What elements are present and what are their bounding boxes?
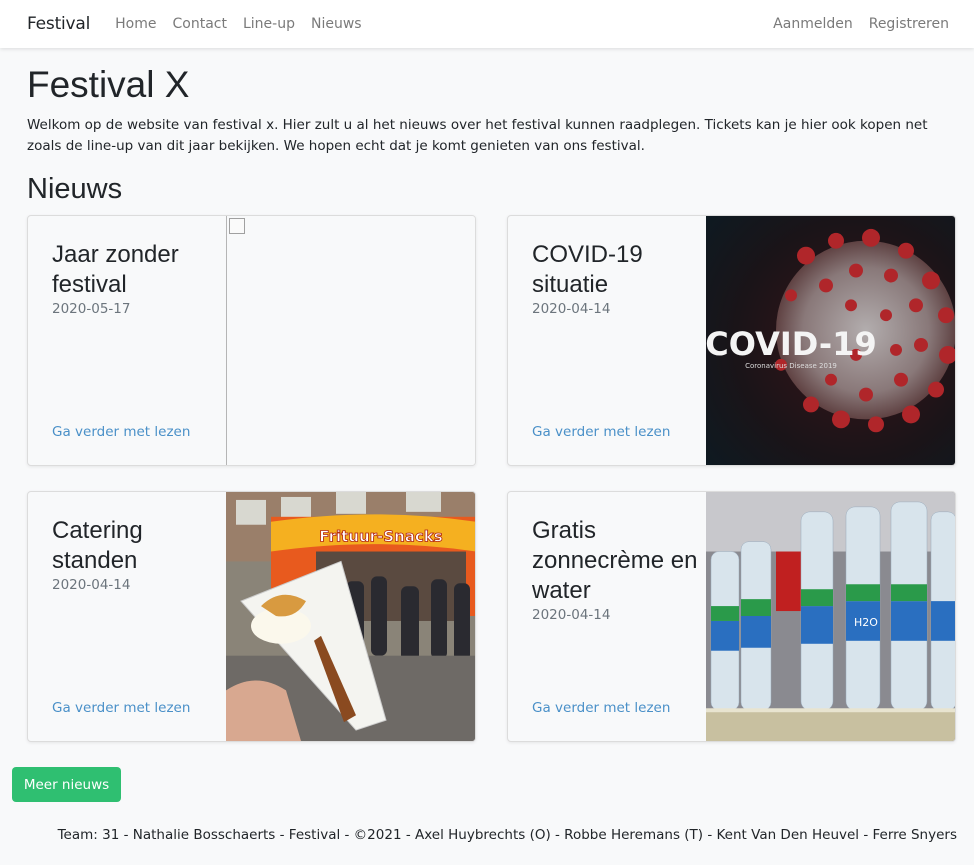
card-title: Jaar zonder festival [52,241,179,298]
water-bottles-image-text: H2O [854,616,878,629]
covid-image-text: COVID-19 [706,325,877,363]
page-title: Festival X [27,64,190,105]
news-section-title: Nieuws [27,173,123,205]
intro-text: Welkom op de website van festival x. Hie… [27,117,928,154]
navbar: Festival Home Contact Line-up Nieuws Aan… [0,0,974,48]
news-card: Jaar zonder festival 2020-05-17 Ga verde… [27,215,476,466]
water-bottles-image: H2O [706,492,955,741]
nav-link-nieuws[interactable]: Nieuws [311,16,362,32]
card-date: 2020-04-14 [52,577,131,593]
read-more-link[interactable]: Ga verder met lezen [52,424,190,440]
more-news-button[interactable]: Meer nieuws [12,767,121,802]
read-more-link[interactable]: Ga verder met lezen [52,700,190,716]
broken-image-icon [229,218,245,234]
read-more-link[interactable]: Ga verder met lezen [532,424,670,440]
card-date: 2020-04-14 [532,607,611,623]
navbar-brand[interactable]: Festival [27,14,90,34]
nav-link-registreren[interactable]: Registreren [869,16,949,32]
news-card: Catering standen 2020-04-14 Ga verder me… [27,491,476,742]
card-date: 2020-05-17 [52,301,131,317]
nav-right: Aanmelden Registreren [757,16,958,32]
frituur-image-text: Frituur-Snacks [319,528,442,546]
card-title: Catering standen [52,517,143,574]
card-title: COVID-19 situatie [532,241,643,298]
nav-link-lineup[interactable]: Line-up [243,16,295,32]
card-body: Jaar zonder festival 2020-05-17 Ga verde… [28,216,227,465]
covid-image: COVID-19 Coronavirus Disease 2019 [706,216,955,465]
footer: Team: 31 - Nathalie Bosschaerts - Festiv… [57,827,957,843]
read-more-link[interactable]: Ga verder met lezen [532,700,670,716]
nav-link-home[interactable]: Home [115,16,156,32]
covid-image-subtext: Coronavirus Disease 2019 [745,362,837,370]
card-body: Catering standen 2020-04-14 Ga verder me… [28,492,227,741]
broken-image [226,216,475,465]
card-body: COVID-19 situatie 2020-04-14 Ga verder m… [508,216,707,465]
nav-link-aanmelden[interactable]: Aanmelden [773,16,853,32]
card-title: Gratis zonnecrème en water [532,517,698,604]
frituur-image: Frituur-Snacks [226,492,475,741]
news-card: Gratis zonnecrème en water 2020-04-14 Ga… [507,491,956,742]
nav-link-contact[interactable]: Contact [173,16,227,32]
card-body: Gratis zonnecrème en water 2020-04-14 Ga… [508,492,707,741]
card-date: 2020-04-14 [532,301,611,317]
news-card: COVID-19 situatie 2020-04-14 Ga verder m… [507,215,956,466]
